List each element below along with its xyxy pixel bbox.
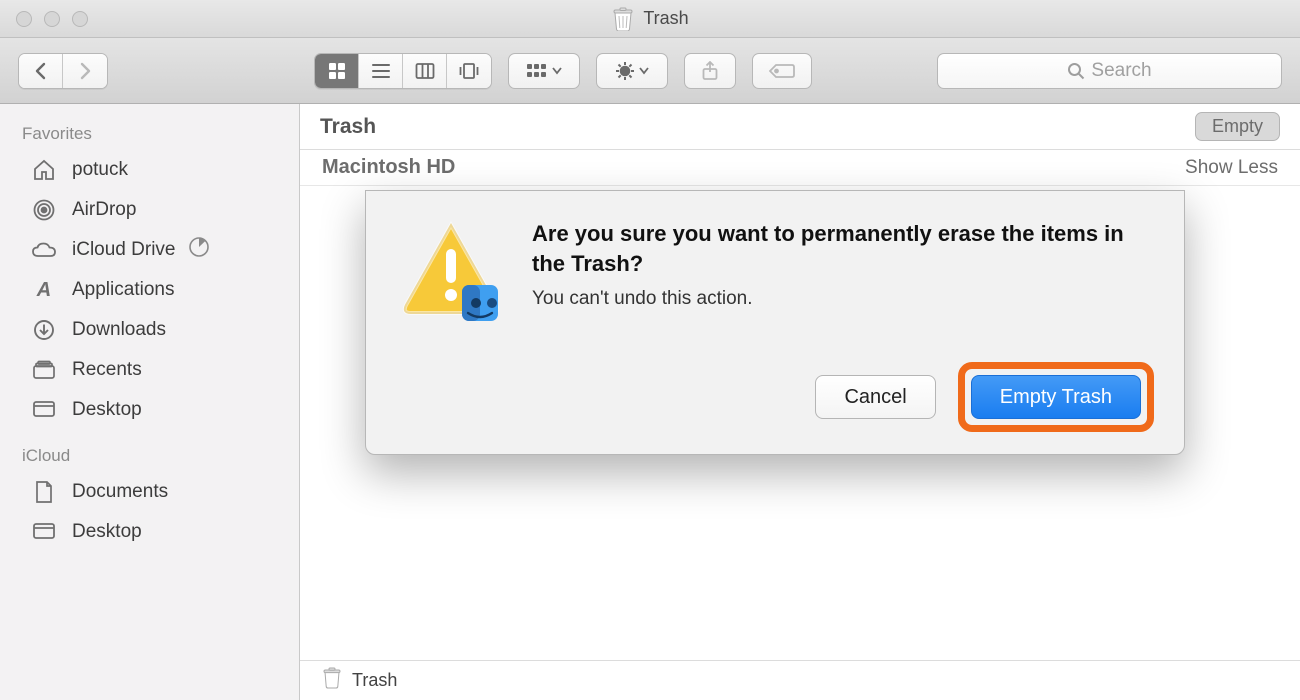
- forward-button[interactable]: [63, 54, 107, 88]
- sidebar-item-icloud-drive[interactable]: iCloud Drive: [0, 230, 299, 270]
- show-less-button[interactable]: Show Less: [1185, 157, 1278, 179]
- trash-icon: [322, 667, 342, 694]
- sidebar-item-home[interactable]: potuck: [0, 150, 299, 190]
- location-title: Trash: [320, 115, 376, 139]
- sidebar-item-label: Downloads: [72, 319, 166, 341]
- window-controls: [0, 11, 88, 27]
- sidebar-item-desktop-icloud[interactable]: Desktop: [0, 512, 299, 552]
- search-input[interactable]: Search: [937, 53, 1282, 89]
- column-view-button[interactable]: [403, 54, 447, 88]
- group-by-button[interactable]: [508, 53, 580, 89]
- chevron-down-icon: [639, 67, 649, 75]
- zoom-window-button[interactable]: [72, 11, 88, 27]
- close-window-button[interactable]: [16, 11, 32, 27]
- recents-icon: [30, 357, 58, 383]
- volume-name: Macintosh HD: [322, 156, 455, 179]
- annotation-highlight: Empty Trash: [958, 362, 1154, 432]
- sidebar-item-label: iCloud Drive: [72, 239, 175, 261]
- sidebar-item-airdrop[interactable]: AirDrop: [0, 190, 299, 230]
- dialog-message: You can't undo this action.: [532, 288, 1154, 310]
- dialog-heading: Are you sure you want to permanently era…: [532, 219, 1154, 278]
- sidebar-item-label: Documents: [72, 481, 168, 503]
- document-icon: [30, 479, 58, 505]
- applications-icon: A: [30, 277, 58, 303]
- icon-view-button[interactable]: [315, 54, 359, 88]
- search-icon: [1067, 62, 1085, 80]
- tags-button[interactable]: [752, 53, 812, 89]
- share-button[interactable]: [684, 53, 736, 89]
- airdrop-icon: [30, 197, 58, 223]
- empty-trash-button[interactable]: Empty: [1195, 112, 1280, 141]
- cancel-button[interactable]: Cancel: [815, 375, 935, 419]
- sidebar-item-label: Recents: [72, 359, 142, 381]
- list-view-button[interactable]: [359, 54, 403, 88]
- sidebar: Favorites potuck AirDrop iCloud Drive: [0, 104, 300, 700]
- titlebar: Trash: [0, 0, 1300, 38]
- empty-trash-confirm-button[interactable]: Empty Trash: [971, 375, 1141, 419]
- back-button[interactable]: [19, 54, 63, 88]
- sidebar-item-label: Desktop: [72, 521, 142, 543]
- action-menu-button[interactable]: [596, 53, 668, 89]
- window-title: Trash: [643, 8, 688, 29]
- sidebar-item-desktop[interactable]: Desktop: [0, 390, 299, 430]
- downloads-icon: [30, 317, 58, 343]
- home-icon: [30, 157, 58, 183]
- view-buttons: [314, 53, 492, 89]
- sidebar-heading-icloud: iCloud: [0, 440, 299, 472]
- desktop-icon: [30, 397, 58, 423]
- trash-icon: [611, 7, 635, 31]
- sidebar-item-recents[interactable]: Recents: [0, 350, 299, 390]
- sidebar-item-applications[interactable]: A Applications: [0, 270, 299, 310]
- sidebar-item-label: Desktop: [72, 399, 142, 421]
- sidebar-item-label: AirDrop: [72, 199, 136, 221]
- sidebar-item-documents[interactable]: Documents: [0, 472, 299, 512]
- chevron-down-icon: [552, 67, 562, 75]
- path-bar[interactable]: Trash: [300, 660, 1300, 700]
- desktop-icon: [30, 519, 58, 545]
- sidebar-item-label: Applications: [72, 279, 174, 301]
- toolbar: Search: [0, 38, 1300, 104]
- warning-icon: [396, 219, 506, 334]
- sidebar-heading-favorites: Favorites: [0, 118, 299, 150]
- search-placeholder: Search: [1091, 60, 1151, 82]
- sync-badge-icon: [189, 237, 209, 263]
- icloud-icon: [30, 237, 58, 263]
- gallery-view-button[interactable]: [447, 54, 491, 88]
- confirm-empty-trash-dialog: Are you sure you want to permanently era…: [365, 190, 1185, 455]
- sidebar-item-label: potuck: [72, 159, 128, 181]
- path-label: Trash: [352, 670, 397, 691]
- nav-buttons: [18, 53, 108, 89]
- minimize-window-button[interactable]: [44, 11, 60, 27]
- sidebar-item-downloads[interactable]: Downloads: [0, 310, 299, 350]
